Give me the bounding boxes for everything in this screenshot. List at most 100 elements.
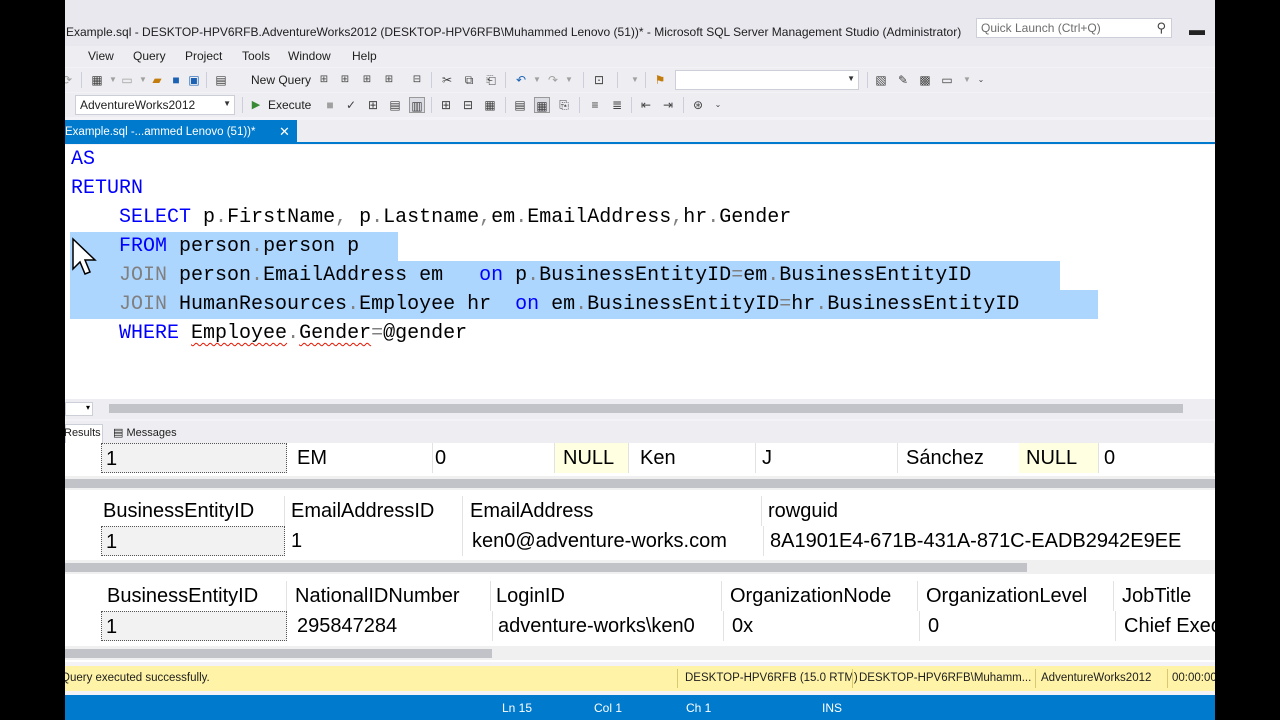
column-header[interactable]: JobTitle	[1118, 581, 1215, 611]
dax-query-icon-2[interactable]: ⊟	[409, 72, 425, 88]
menu-help[interactable]: Help	[352, 49, 377, 63]
redo-icon[interactable]: ↷	[545, 72, 561, 88]
open-file-icon[interactable]: ▰	[149, 72, 165, 88]
grid-cell[interactable]: 1	[101, 443, 287, 473]
query-options-icon[interactable]: ▤	[387, 97, 403, 113]
grid-cell[interactable]: EM	[293, 443, 433, 473]
column-header[interactable]: NationalIDNumber	[291, 581, 491, 611]
menu-query[interactable]: Query	[133, 49, 166, 63]
code-line[interactable]: FROM person.person p	[71, 232, 359, 261]
grid-cell[interactable]: Chief Executive Officer	[1120, 611, 1215, 641]
dmx-query-icon[interactable]: ⊞	[337, 72, 353, 88]
registered-servers-icon[interactable]: ▧	[873, 72, 889, 88]
grid-cell[interactable]: ken0@adventure-works.com	[468, 526, 764, 556]
grid-scrollbar[interactable]	[65, 476, 1215, 490]
include-actual-plan-icon[interactable]: ⊞	[438, 97, 454, 113]
grid-cell[interactable]: 0x	[728, 611, 920, 641]
toolbar-overflow-icon[interactable]: ⌄	[973, 72, 989, 88]
grid-cell[interactable]: NULL	[1019, 443, 1099, 473]
grid-cell[interactable]: 0	[431, 443, 555, 473]
menu-window[interactable]: Window	[288, 49, 331, 63]
grid-cell[interactable]: NULL	[555, 443, 629, 473]
column-header[interactable]: LoginID	[492, 581, 722, 611]
navigate-forward-icon[interactable]: ⟳	[65, 72, 75, 88]
code-line[interactable]: AS	[71, 145, 95, 174]
code-line[interactable]: JOIN HumanResources.Employee hr on em.Bu…	[71, 290, 1019, 319]
grid-cell[interactable]: 0	[924, 611, 1116, 641]
code-line[interactable]: JOIN person.EmailAddress em on p.Busines…	[71, 261, 971, 290]
find-in-files-icon[interactable]: ⚑	[652, 72, 668, 88]
specify-template-values-icon[interactable]: ⊛	[690, 97, 706, 113]
grid-scrollbar[interactable]	[65, 646, 1215, 660]
save-all-icon[interactable]: ▣	[186, 72, 202, 88]
editor-horizontal-scrollbar[interactable]: ▾	[65, 399, 1215, 419]
add-item-icon[interactable]: ▭	[119, 72, 135, 88]
decrease-indent-icon[interactable]: ⇤	[638, 97, 654, 113]
menu-tools[interactable]: Tools	[242, 49, 270, 63]
undo-dropdown-icon[interactable]: ▼	[529, 72, 545, 88]
execute-icon[interactable]: ▶	[248, 97, 264, 113]
column-header[interactable]: OrganizationLevel	[922, 581, 1114, 611]
display-estimated-plan-icon[interactable]: ⊞	[365, 97, 381, 113]
menu-project[interactable]: Project	[185, 49, 222, 63]
grid-cell[interactable]: Ken	[636, 443, 756, 473]
column-header[interactable]: rowguid	[764, 496, 1215, 526]
execute-button[interactable]: Execute	[268, 98, 311, 112]
grid-cell[interactable]: Sánchez	[902, 443, 1020, 473]
grid-cell[interactable]: 295847284	[293, 611, 493, 641]
config-dropdown-icon[interactable]: ▼	[627, 72, 643, 88]
xmla-query-icon[interactable]: ⊞	[359, 72, 375, 88]
grid-scrollbar[interactable]	[65, 560, 1215, 574]
dax-query-icon[interactable]: ⊞	[381, 72, 397, 88]
comment-out-icon[interactable]: ≡	[587, 97, 603, 113]
column-header[interactable]: BusinessEntityID	[103, 581, 287, 611]
column-header[interactable]: EmailAddress	[466, 496, 762, 526]
grid-cell[interactable]: 0	[1100, 443, 1215, 473]
uncomment-icon[interactable]: ≣	[609, 97, 625, 113]
results-to-grid-icon[interactable]: ▦	[534, 97, 550, 113]
mdx-query-icon[interactable]: ⊞	[316, 72, 332, 88]
available-databases-select[interactable]: AdventureWorks2012 ▼	[75, 95, 235, 115]
results-to-file-icon[interactable]: ⎘	[556, 97, 572, 113]
live-query-stats-icon[interactable]: ⊟	[460, 97, 476, 113]
redo-dropdown-icon[interactable]: ▼	[561, 72, 577, 88]
grid-cell[interactable]: 8A1901E4-671B-431A-871C-EADB2942E9EE	[766, 526, 1215, 556]
client-statistics-icon[interactable]: ▦	[482, 97, 498, 113]
query-editor[interactable]: AS RETURN SELECT p.FirstName, p.Lastname,…	[65, 145, 1215, 399]
toolbox-icon[interactable]: ▩	[917, 72, 933, 88]
new-query-icon[interactable]: ▤	[213, 72, 229, 88]
grid-cell[interactable]: 1	[101, 526, 285, 556]
tab-messages[interactable]: ▤ Messages	[109, 424, 181, 443]
minimize-button[interactable]: ▬	[1189, 22, 1205, 40]
toolbar-overflow-icon[interactable]: ⌄	[710, 97, 726, 113]
zoom-select[interactable]: ▾	[65, 402, 93, 416]
column-header[interactable]: EmailAddressID	[287, 496, 463, 526]
scrollbar-thumb[interactable]	[109, 404, 1183, 413]
undo-icon[interactable]: ↶	[513, 72, 529, 88]
column-header[interactable]: BusinessEntityID	[99, 496, 285, 526]
grid-cell[interactable]: J	[758, 443, 898, 473]
copy-icon[interactable]: ⧉	[461, 72, 477, 88]
code-line[interactable]: RETURN	[71, 174, 143, 203]
menu-view[interactable]: View	[88, 49, 114, 63]
grid-cell[interactable]: 1	[287, 526, 463, 556]
grid-cell[interactable]: 1	[101, 611, 287, 641]
results-to-text-icon[interactable]: ▤	[512, 97, 528, 113]
code-line[interactable]: WHERE Employee.Gender=@gender	[71, 319, 467, 348]
cancel-query-icon[interactable]: ■	[322, 97, 338, 113]
column-header[interactable]: OrganizationNode	[726, 581, 918, 611]
properties-icon[interactable]: ✎	[895, 72, 911, 88]
new-query-button[interactable]: New Query	[251, 73, 311, 87]
search-combo[interactable]: ▼	[675, 70, 859, 90]
code-line[interactable]: SELECT p.FirstName, p.Lastname,em.EmailA…	[71, 203, 791, 232]
intellisense-icon[interactable]: ▥	[409, 97, 425, 113]
paste-icon[interactable]: ⎗	[483, 72, 499, 88]
activity-monitor-icon[interactable]: ⊡	[591, 72, 607, 88]
parse-checkmark-icon[interactable]: ✓	[343, 97, 359, 113]
tab-example-sql[interactable]: Example.sql -...ammed Lenovo (51))* ✕	[65, 120, 297, 144]
grid-cell[interactable]: adventure-works\ken0	[494, 611, 724, 641]
increase-indent-icon[interactable]: ⇥	[660, 97, 676, 113]
tab-results[interactable]: Results	[65, 424, 103, 443]
quick-launch-input[interactable]: Quick Launch (Ctrl+Q) ⚲	[976, 18, 1172, 38]
output-window-icon[interactable]: ▭	[939, 72, 955, 88]
